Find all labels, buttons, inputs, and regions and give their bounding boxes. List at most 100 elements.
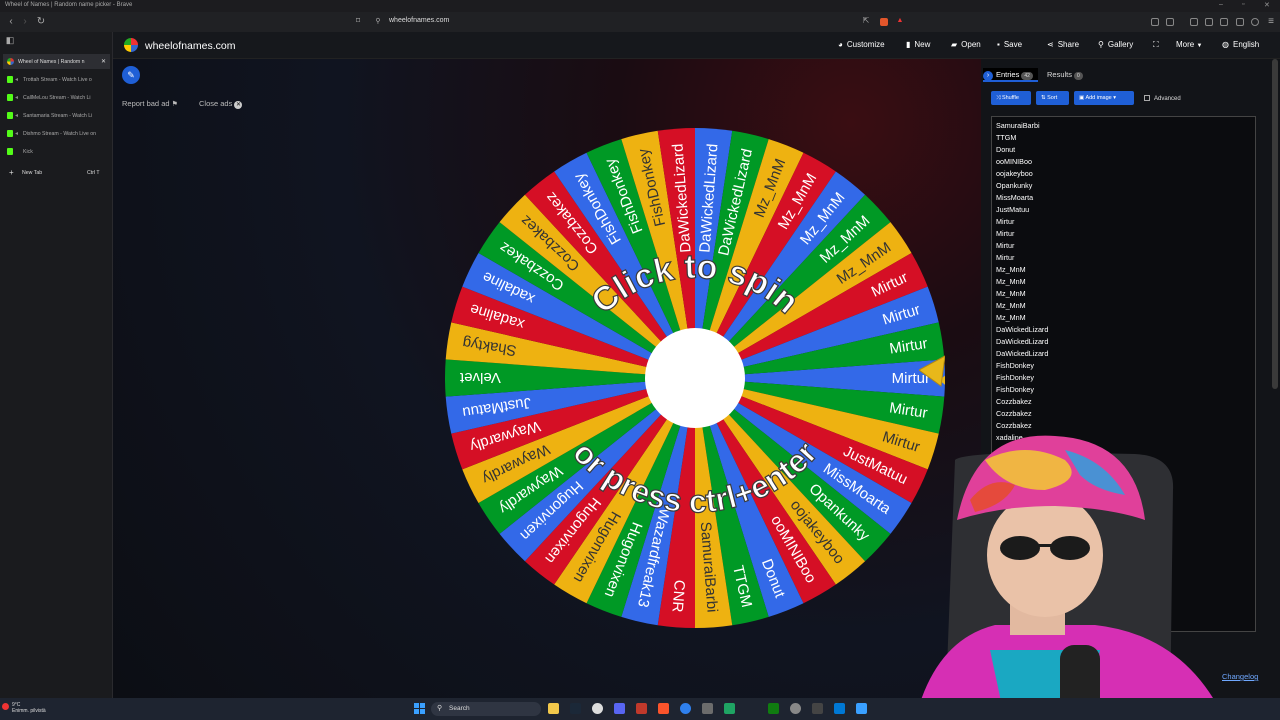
weather-widget[interactable]: 9°C Enimm. pilvistä (12, 702, 46, 714)
app-icon[interactable] (702, 703, 713, 714)
vpn-icon[interactable] (1236, 18, 1244, 26)
new-tab-shortcut: Ctrl T (87, 170, 100, 176)
speaker-icon: ◂ (15, 113, 19, 119)
wallet-icon[interactable] (1220, 18, 1228, 26)
report-bad-ad-link[interactable]: Report bad ad ⚑ (122, 99, 178, 108)
save-icon: ▪ (997, 40, 1000, 49)
close-window-icon[interactable]: ✕ (1264, 1, 1270, 9)
profile-icon[interactable] (1251, 18, 1259, 26)
wheel-slice-label: CNR (668, 579, 687, 613)
new-button[interactable]: ▮ New (906, 40, 930, 49)
reload-icon[interactable]: ↻ (35, 16, 47, 27)
wheel-slice-label: Velvet (459, 369, 501, 386)
notepad-icon[interactable] (856, 703, 867, 714)
gallery-button[interactable]: ⚲ Gallery (1098, 40, 1133, 49)
chrome-icon[interactable] (680, 703, 691, 714)
back-icon[interactable]: ‹ (5, 16, 17, 27)
minimize-icon[interactable]: – (1219, 1, 1223, 8)
toggle-sidebar-icon[interactable]: ◧ (4, 35, 16, 46)
more-button[interactable]: More ▼ (1176, 40, 1202, 49)
chevron-down-icon: ▼ (1196, 43, 1203, 49)
webcam-overlay (895, 420, 1280, 720)
wheel-center[interactable] (645, 328, 745, 428)
xbox-icon[interactable] (768, 703, 779, 714)
tab-item[interactable]: Kick (3, 144, 110, 159)
search-icon: ⚲ (437, 705, 443, 712)
advanced-checkbox[interactable] (1144, 95, 1150, 101)
site-info-icon[interactable]: ⚲ (372, 17, 384, 25)
share-button[interactable]: ⋖ Share (1047, 40, 1079, 49)
media-app-icon[interactable] (636, 703, 647, 714)
flag-icon: ⚑ (171, 101, 178, 108)
taskbar-search[interactable]: ⚲ Search (431, 702, 541, 716)
spin-wheel[interactable]: Mirtur Mirtur Mirtur JustMatuu MissMoarta Opa… (439, 122, 959, 628)
add-image-button[interactable]: ▣ Add image ▾ (1074, 91, 1134, 105)
results-count-badge: 0 (1074, 72, 1083, 80)
open-button[interactable]: ▰ Open (951, 40, 981, 49)
fullscreen-button[interactable]: ⛶ (1153, 40, 1163, 50)
palette-icon: ◕ (838, 40, 843, 49)
brave-rewards-icon[interactable]: ▲ (894, 17, 906, 24)
shuffle-button[interactable]: ⤨ Shuffle (991, 91, 1031, 105)
browser-menu-icon[interactable]: ≡ (1265, 16, 1277, 27)
tab-item[interactable]: ◂ CallMeLou Stream - Watch Li (3, 90, 110, 105)
share-page-icon[interactable]: ⇱ (860, 16, 872, 25)
tab-results[interactable]: Results 0 (1047, 70, 1083, 80)
customize-button[interactable]: ◕ Customize (838, 40, 885, 49)
entry-line: Opankunky (996, 181, 1033, 190)
extensions-icon[interactable] (1151, 18, 1159, 26)
store-icon[interactable] (834, 703, 845, 714)
weather-icon (2, 703, 9, 710)
chevron-down-icon: ▾ (1113, 95, 1117, 101)
terminal-icon[interactable] (812, 703, 823, 714)
sidebar-icon[interactable] (1205, 18, 1213, 26)
site-name[interactable]: wheelofnames.com (145, 40, 235, 52)
tab-search-icon[interactable] (1190, 18, 1198, 26)
tab-item[interactable]: ◂ Dishmo Stream - Watch Live on (3, 126, 110, 141)
tab-item[interactable]: ◂ Trottah Stream - Watch Live o (3, 72, 110, 87)
save-button[interactable]: ▪ Save (997, 40, 1022, 49)
close-tab-icon[interactable]: ✕ (101, 58, 106, 65)
tab-item[interactable]: ◂ Santamaria Stream - Watch Li (3, 108, 110, 123)
tab-entries[interactable]: › Entries 42 (983, 68, 1038, 82)
wheel-graphic[interactable]: MirturMirturMirturJustMatuuMissMoartaOpa… (439, 122, 959, 628)
entry-line: Mz_MnM (996, 313, 1026, 322)
brave-shields-icon[interactable] (880, 18, 888, 26)
forward-icon[interactable]: › (19, 16, 31, 27)
start-button[interactable] (414, 703, 425, 714)
sheets-icon[interactable] (724, 703, 735, 714)
page-scrollbar[interactable] (1272, 59, 1278, 389)
new-tab-button[interactable]: + New Tab Ctrl T (3, 165, 110, 180)
sort-button[interactable]: ⇅ Sort (1036, 91, 1069, 105)
wheel-logo-icon[interactable] (124, 38, 138, 52)
obs-icon[interactable] (592, 703, 603, 714)
taskbar: 9°C Enimm. pilvistä ⚲ Search (0, 698, 1280, 720)
reader-icon[interactable] (1166, 18, 1174, 26)
file-explorer-icon[interactable] (548, 703, 559, 714)
fullscreen-icon: ⛶ (1153, 40, 1159, 49)
settings-gear-icon[interactable] (790, 703, 801, 714)
chevron-right-icon[interactable]: › (983, 71, 993, 81)
language-button[interactable]: ◍ English (1222, 40, 1259, 49)
maximize-icon[interactable]: ▫ (1242, 1, 1244, 8)
steam-icon[interactable] (570, 703, 581, 714)
entry-line: FishDonkey (996, 373, 1034, 382)
streamer-webcam-image (915, 435, 1225, 720)
brave-icon[interactable] (658, 703, 669, 714)
kick-favicon-icon (7, 130, 13, 137)
edit-pencil-button[interactable]: ✎ (122, 66, 140, 84)
entry-line: Mz_MnM (996, 289, 1026, 298)
advanced-toggle[interactable]: Advanced (1144, 95, 1181, 102)
entry-line: DaWickedLizard (996, 325, 1049, 334)
tab-item[interactable]: Wheel of Names | Random n ✕ (3, 54, 110, 69)
entry-line: Mz_MnM (996, 301, 1026, 310)
wheel-area: ✎ Report bad ad ⚑ Close ads ✕ Mirtur Mirt… (113, 59, 981, 698)
address-bar[interactable]: wheelofnames.com (389, 17, 449, 24)
close-ads-link[interactable]: Close ads ✕ (199, 99, 243, 109)
entry-line: Cozzbakez (996, 397, 1032, 406)
wheel-favicon-icon (7, 58, 14, 65)
discord-icon[interactable] (614, 703, 625, 714)
entry-line: Mirtur (996, 253, 1015, 262)
bookmark-icon[interactable]: ⌑ (352, 16, 364, 25)
kick-favicon-icon (7, 148, 13, 155)
